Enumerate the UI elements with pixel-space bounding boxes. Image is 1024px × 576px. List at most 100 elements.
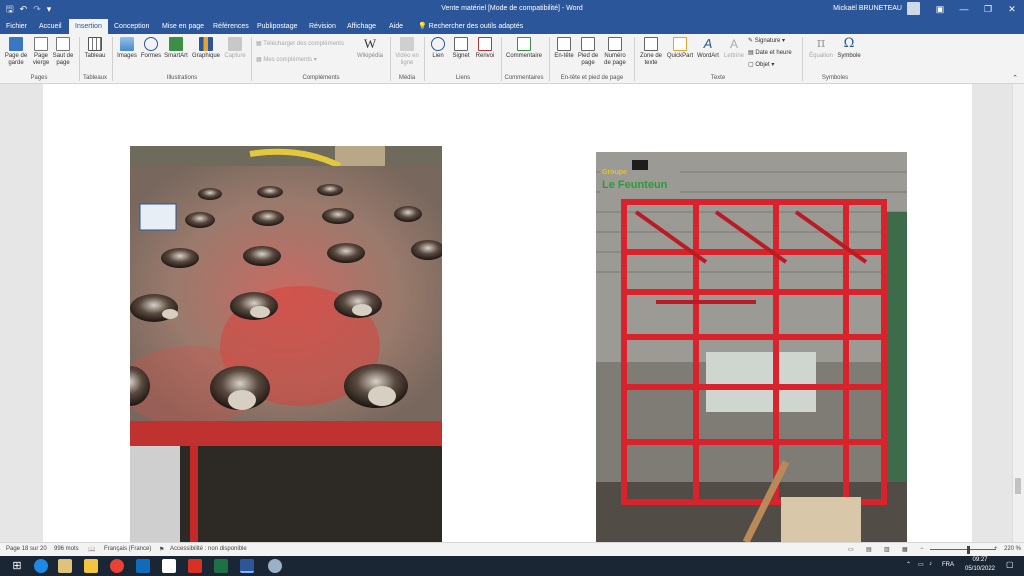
page-break-button[interactable]: Saut de page bbox=[52, 37, 74, 67]
clock-time[interactable]: 09:27 bbox=[963, 557, 997, 563]
scrollbar-thumb[interactable] bbox=[1015, 478, 1021, 494]
outlook-icon[interactable] bbox=[136, 559, 150, 573]
quickpart-button[interactable]: QuickPart bbox=[666, 37, 694, 60]
page-count[interactable]: Page 18 sur 20 bbox=[6, 546, 47, 552]
footer-button[interactable]: Pied de page bbox=[576, 37, 600, 67]
volume-icon[interactable]: ♪ bbox=[929, 561, 932, 567]
tab-conception[interactable]: Conception bbox=[114, 19, 149, 34]
object-button[interactable]: ▢ Objet ▾ bbox=[748, 61, 774, 70]
get-addins-button[interactable]: ▦ Télécharger des compléments bbox=[256, 40, 344, 49]
restore-button[interactable]: ❐ bbox=[976, 0, 1000, 19]
date-time-button[interactable]: ▤ Date et heure bbox=[748, 49, 792, 58]
page-number-button[interactable]: Numéro de page bbox=[601, 37, 629, 67]
screenshot-button[interactable]: Capture bbox=[222, 37, 248, 60]
wikipedia-icon: W bbox=[363, 36, 377, 51]
focus-mode-icon[interactable]: ▭ bbox=[848, 546, 854, 553]
accessibility-status[interactable]: Accessibilité : non disponible bbox=[170, 546, 247, 552]
symbol-button[interactable]: Ω Symbole bbox=[836, 37, 862, 60]
tab-references[interactable]: Références bbox=[213, 19, 249, 34]
wikipedia-button[interactable]: W Wikipédia bbox=[356, 37, 384, 60]
tab-accueil[interactable]: Accueil bbox=[39, 19, 62, 34]
document-page[interactable]: Groupe Le Feunteun bbox=[43, 84, 972, 542]
tab-aide[interactable]: Aide bbox=[389, 19, 403, 34]
text-box-button[interactable]: Zone de texte bbox=[638, 37, 664, 67]
plate-photo-graphic bbox=[130, 146, 442, 542]
cover-page-button[interactable]: Page de garde bbox=[4, 37, 28, 67]
link-button[interactable]: Lien bbox=[429, 37, 447, 60]
vertical-scrollbar[interactable] bbox=[1012, 84, 1024, 542]
pdf-icon[interactable] bbox=[188, 559, 202, 573]
signature-line-button[interactable]: ✎ Signature ▾ bbox=[748, 37, 785, 46]
wordart-icon: A bbox=[703, 36, 713, 51]
tab-revision[interactable]: Révision bbox=[309, 19, 336, 34]
tab-insertion[interactable]: Insertion bbox=[69, 19, 108, 34]
cover-page-icon bbox=[9, 37, 23, 51]
group-separator bbox=[112, 37, 113, 81]
zoom-out-button[interactable]: − bbox=[920, 546, 924, 552]
chart-button[interactable]: Graphique bbox=[191, 37, 221, 60]
app-a-icon[interactable] bbox=[162, 559, 176, 573]
equation-button[interactable]: π Équation bbox=[808, 37, 834, 60]
cross-reference-button[interactable]: Renvoi bbox=[474, 37, 496, 60]
ribbon-display-options-icon[interactable]: ▣ bbox=[928, 0, 952, 19]
tab-fichier[interactable]: Fichier bbox=[6, 19, 27, 34]
app-misc-icon[interactable] bbox=[268, 559, 282, 573]
collapse-ribbon-icon[interactable]: ⌃ bbox=[1012, 74, 1018, 82]
header-button[interactable]: En-tête bbox=[554, 37, 574, 60]
tab-mise-en-page[interactable]: Mise en page bbox=[162, 19, 204, 34]
header-icon bbox=[557, 37, 571, 51]
table-icon bbox=[88, 37, 102, 51]
user-name[interactable]: Mickaël BRUNETEAU bbox=[833, 5, 902, 12]
chevron-down-icon: ▾ bbox=[312, 57, 317, 63]
tray-chevron-icon[interactable]: ⌃ bbox=[906, 561, 911, 568]
comment-button[interactable]: Commentaire bbox=[504, 37, 544, 60]
smartart-button[interactable]: SmartArt bbox=[163, 37, 189, 60]
avatar[interactable] bbox=[907, 2, 920, 15]
group-label-links: Liens bbox=[455, 75, 471, 81]
group-separator bbox=[802, 37, 803, 81]
word-icon[interactable] bbox=[240, 559, 254, 573]
language-indicator[interactable]: Français (France) bbox=[104, 546, 151, 552]
folder-icon[interactable] bbox=[84, 559, 98, 573]
table-button[interactable]: Tableau bbox=[84, 37, 106, 60]
edge-icon[interactable] bbox=[34, 559, 48, 573]
windows-start-icon[interactable]: ⊞ bbox=[10, 559, 24, 573]
print-layout-icon[interactable]: ▥ bbox=[884, 546, 890, 553]
network-icon[interactable]: ▭ bbox=[918, 561, 924, 568]
word-count[interactable]: 996 mots bbox=[54, 546, 79, 552]
photo-perforated-plate[interactable] bbox=[130, 146, 442, 542]
document-area[interactable]: Groupe Le Feunteun bbox=[0, 84, 1024, 542]
blank-page-button[interactable]: Page vierge bbox=[31, 37, 51, 67]
file-explorer-icon[interactable] bbox=[58, 559, 72, 573]
excel-icon[interactable] bbox=[214, 559, 228, 573]
logo-brand-text: Le Feunteun bbox=[602, 179, 668, 191]
read-mode-icon[interactable]: ▤ bbox=[866, 546, 872, 553]
blank-page-icon bbox=[34, 37, 48, 51]
tell-me-search[interactable]: 💡 Rechercher des outils adaptés bbox=[418, 19, 523, 34]
language-tray[interactable]: FRA bbox=[942, 562, 954, 568]
chrome-icon[interactable] bbox=[110, 559, 124, 573]
notification-icon[interactable]: ▢ bbox=[1006, 560, 1014, 569]
tab-publipostage[interactable]: Publipostage bbox=[257, 19, 297, 34]
zoom-level[interactable]: 220 % bbox=[1004, 546, 1021, 552]
group-label-addins: Compléments bbox=[302, 75, 340, 81]
proofing-icon[interactable]: 📖 bbox=[88, 546, 95, 553]
shapes-button[interactable]: Formes bbox=[140, 37, 162, 60]
web-layout-icon[interactable]: ▦ bbox=[902, 546, 908, 553]
tab-affichage[interactable]: Affichage bbox=[347, 19, 376, 34]
minimize-button[interactable]: — bbox=[952, 0, 976, 19]
close-button[interactable]: ✕ bbox=[1000, 0, 1024, 19]
images-button[interactable]: Images bbox=[116, 37, 138, 60]
my-addins-button[interactable]: ▦ Mes compléments ▾ bbox=[256, 56, 317, 65]
clock-date[interactable]: 05/10/2022 bbox=[959, 566, 1001, 572]
zoom-in-button[interactable]: + bbox=[994, 546, 998, 552]
zoom-slider-thumb[interactable] bbox=[967, 546, 970, 554]
bookmark-button[interactable]: Signet bbox=[450, 37, 472, 60]
dropcap-button[interactable]: A Lettrine bbox=[722, 37, 746, 60]
online-video-button[interactable]: Vidéo en ligne bbox=[394, 37, 420, 67]
shapes-icon bbox=[144, 37, 158, 51]
zoom-slider[interactable] bbox=[930, 549, 996, 550]
photo-red-rack[interactable]: Groupe Le Feunteun bbox=[596, 152, 907, 542]
wordart-button[interactable]: A WordArt bbox=[695, 37, 721, 60]
group-separator bbox=[424, 37, 425, 81]
